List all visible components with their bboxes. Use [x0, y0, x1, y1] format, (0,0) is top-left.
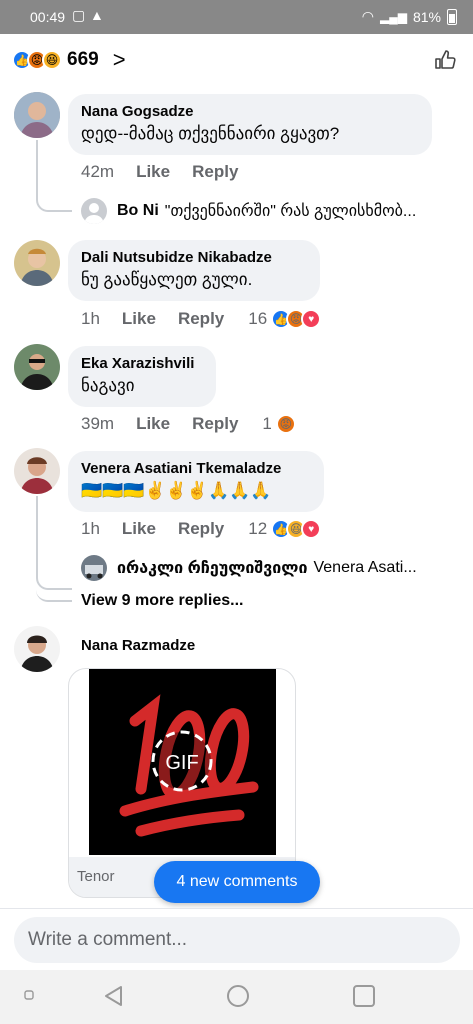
avatar[interactable]	[14, 344, 60, 390]
like-button[interactable]: Like	[136, 162, 170, 182]
battery-icon	[447, 8, 457, 25]
comment-reactions[interactable]: 12 👍 😆 ♥	[248, 519, 322, 539]
comment-bubble[interactable]: Eka Xarazishvili ნაგავი	[68, 346, 216, 407]
status-time: 00:49	[30, 9, 66, 25]
love-reaction-icon: ♥	[301, 519, 322, 539]
reply-preview[interactable]: Bo Ni "თქვენნაირში" რას გულისხმობ...	[81, 198, 416, 224]
recents-icon[interactable]	[352, 984, 376, 1008]
reaction-count: 16	[248, 309, 268, 328]
comment-bubble[interactable]: Nana Gogsadze დედ--მამაც თქვენნაირი გყავ…	[68, 94, 432, 155]
comment-time: 1h	[81, 309, 100, 328]
comment-author[interactable]: Nana Razmadze	[81, 636, 195, 656]
comment-time: 39m	[81, 414, 115, 433]
gif-source: Tenor	[77, 868, 115, 885]
comment-bubble[interactable]: Dali Nutsubidze Nikabadze ნუ გააწყალეთ გ…	[68, 240, 320, 301]
wifi-icon: ◠	[361, 8, 374, 24]
haha-reaction-icon: 😆	[42, 50, 62, 70]
comment-time: 1h	[81, 519, 100, 538]
home-icon[interactable]	[226, 984, 250, 1008]
comment-actions: 1h Like Reply 12 👍 😆 ♥	[81, 519, 322, 539]
reply-author[interactable]: ირაკლი რჩეულიშვილი	[117, 558, 307, 578]
love-reaction-icon: ♥	[301, 309, 322, 329]
warning-icon: ▲	[90, 7, 104, 23]
comment-time: 42m	[81, 162, 115, 181]
status-right: ◠ ▂▄▆ 81%	[362, 8, 457, 25]
avatar	[81, 555, 107, 581]
avatar[interactable]	[14, 448, 60, 494]
avatar[interactable]	[14, 626, 60, 672]
reaction-count: 12	[248, 519, 268, 538]
avatar[interactable]	[14, 92, 60, 138]
reply-button[interactable]: Reply	[192, 162, 238, 182]
reply-text: "თქვენნაირში" რას გულისხმობ...	[164, 203, 417, 220]
comment-header: Nana Razmadze	[68, 628, 207, 665]
gallery-icon: ▢	[72, 7, 86, 23]
reply-button[interactable]: Reply	[178, 519, 224, 539]
comment-author[interactable]: Venera Asatiani Tkemaladze	[81, 459, 312, 479]
reply-button[interactable]: Reply	[178, 309, 224, 329]
navigation-bar	[0, 970, 473, 1024]
new-comments-button[interactable]: 4 new comments	[154, 861, 320, 903]
reactions-summary[interactable]: 👍 😡 😆 669 >	[12, 44, 126, 76]
menu-dot-icon[interactable]	[24, 990, 34, 1000]
comment-reactions[interactable]: 1 😡	[262, 414, 296, 434]
gif-image[interactable]: GIF	[89, 669, 276, 855]
comment-text: დედ--მამაც თქვენნაირი გყავთ?	[81, 124, 340, 143]
status-bar: 00:49 ▢ ▲ ◠ ▂▄▆ 81%	[0, 0, 473, 34]
like-post-button[interactable]	[433, 48, 457, 78]
comment-reactions[interactable]: 16 👍 😡 ♥	[248, 309, 322, 329]
battery-percent: 81%	[412, 8, 441, 25]
avatar-photo-icon	[81, 555, 107, 581]
comment-actions: 1h Like Reply 16 👍 😡 ♥	[81, 309, 322, 329]
reply-preview[interactable]: ირაკლი რჩეულიშვილი Venera Asati...	[81, 555, 417, 581]
comment-bubble[interactable]: Venera Asatiani Tkemaladze 🇺🇦🇺🇦🇺🇦✌️✌️✌️🙏…	[68, 451, 324, 512]
like-button[interactable]: Like	[136, 414, 170, 434]
hundred-emoji-icon: GIF	[89, 669, 276, 855]
avatar-photo-icon	[14, 92, 60, 138]
reply-author[interactable]: Bo Ni	[117, 202, 159, 220]
avatar-photo-icon	[14, 344, 60, 390]
default-avatar-icon	[81, 198, 107, 224]
reaction-count: 1	[262, 414, 272, 433]
back-icon[interactable]	[101, 984, 125, 1008]
thread-connector	[36, 574, 72, 602]
comment-actions: 42m Like Reply	[81, 162, 260, 182]
comment-text: ნუ გააწყალეთ გული.	[81, 270, 253, 289]
thread-connector	[36, 184, 72, 212]
avatar-photo-icon	[14, 448, 60, 494]
comment-author[interactable]: Nana Gogsadze	[81, 102, 420, 122]
signal-icon: ▂▄▆	[380, 9, 407, 24]
avatar-photo-icon	[14, 240, 60, 286]
gif-badge: GIF	[165, 752, 198, 774]
avatar	[81, 198, 107, 224]
thumbs-up-icon	[435, 50, 456, 69]
comment-author[interactable]: Eka Xarazishvili	[81, 354, 204, 374]
reply-text: Venera Asati...	[313, 559, 417, 576]
angry-reaction-icon: 😡	[275, 414, 296, 434]
comment-text: ნაგავი	[81, 376, 135, 395]
reply-button[interactable]: Reply	[192, 414, 238, 434]
view-more-replies-link[interactable]: View 9 more replies...	[81, 592, 243, 610]
comments-sheet: 👍 😡 😆 669 > Nana Gogsadze დედ--მამაც თქვ…	[0, 34, 473, 934]
comment-author[interactable]: Dali Nutsubidze Nikabadze	[81, 248, 308, 268]
like-button[interactable]: Like	[122, 519, 156, 539]
comment-text: 🇺🇦🇺🇦🇺🇦✌️✌️✌️🙏🙏🙏	[81, 481, 272, 500]
comment-input[interactable]: Write a comment...	[14, 917, 460, 963]
comment-actions: 39m Like Reply 1 😡	[81, 414, 296, 434]
avatar[interactable]	[14, 240, 60, 286]
comment-composer: Write a comment...	[0, 908, 473, 970]
chevron-right-icon[interactable]: >	[113, 47, 126, 73]
like-button[interactable]: Like	[122, 309, 156, 329]
reaction-count: 669	[67, 49, 99, 70]
avatar-photo-icon	[14, 626, 60, 672]
